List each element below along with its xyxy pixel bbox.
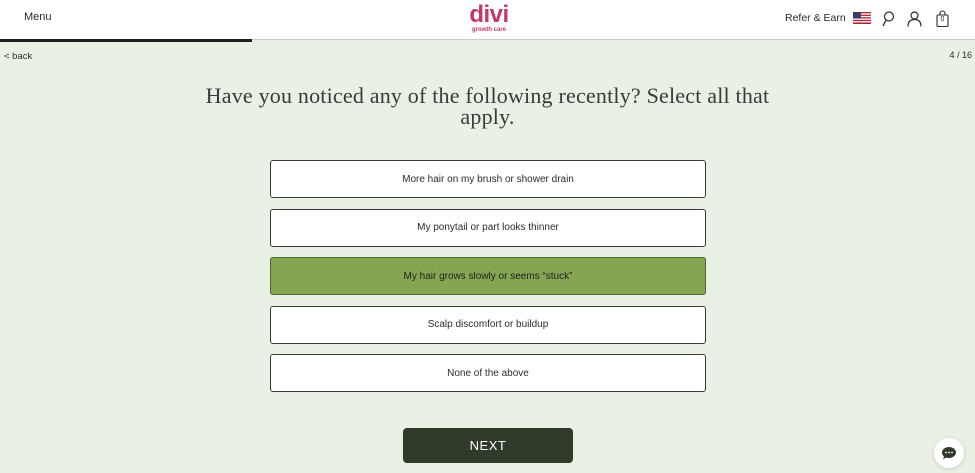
option-none[interactable]: None of the above	[270, 354, 706, 392]
refer-earn-link[interactable]: Refer & Earn	[785, 12, 846, 24]
back-link[interactable]: < back	[4, 51, 32, 62]
chat-button[interactable]	[934, 438, 964, 468]
option-scalp-discomfort[interactable]: Scalp discomfort or buildup	[270, 305, 706, 344]
option-grows-slowly[interactable]: My hair grows slowly or seems “stuck”	[270, 257, 706, 295]
progress-fill	[0, 39, 252, 42]
progress-bar	[0, 39, 975, 42]
menu-button[interactable]: Menu	[24, 11, 52, 23]
divi-logo[interactable]: divi growth care	[463, 3, 515, 35]
search-icon[interactable]	[882, 11, 895, 27]
cart-button[interactable]: 0	[936, 10, 949, 27]
site-header: Menu divi growth care Refer & Earn 0	[0, 0, 975, 40]
account-icon[interactable]	[907, 11, 922, 27]
question-title: Have you noticed any of the following re…	[205, 83, 770, 129]
cart-count: 0	[940, 16, 945, 23]
answer-options: More hair on my brush or shower drain My…	[270, 160, 706, 403]
option-ponytail-thinner[interactable]: My ponytail or part looks thinner	[270, 208, 706, 247]
chat-icon	[942, 446, 956, 459]
logo-text: divi	[469, 1, 509, 28]
us-flag-icon[interactable]	[853, 12, 871, 24]
option-brush-drain[interactable]: More hair on my brush or shower drain	[270, 160, 706, 198]
step-counter: 4 / 16	[949, 50, 972, 60]
next-button[interactable]: NEXT	[403, 428, 573, 463]
